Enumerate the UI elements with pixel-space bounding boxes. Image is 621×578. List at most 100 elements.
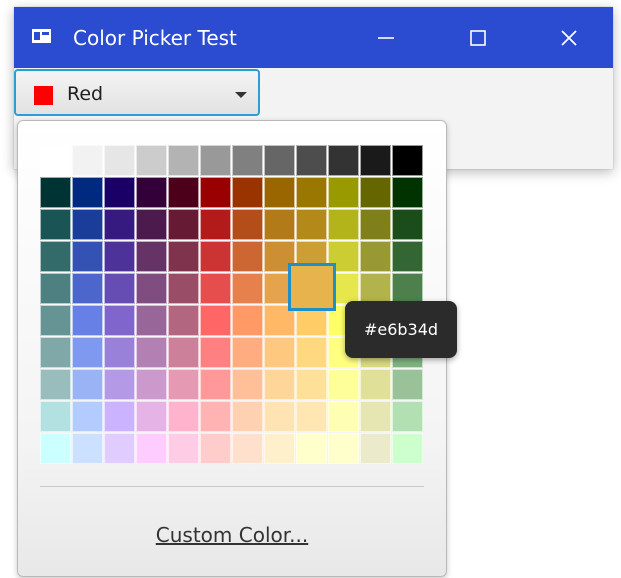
palette-swatch[interactable]: [200, 337, 231, 368]
palette-swatch[interactable]: [104, 177, 135, 208]
palette-swatch[interactable]: [392, 273, 423, 304]
palette-swatch[interactable]: [328, 209, 359, 240]
palette-swatch[interactable]: [72, 305, 103, 336]
palette-swatch[interactable]: [360, 369, 391, 400]
palette-swatch[interactable]: [232, 369, 263, 400]
palette-swatch[interactable]: [392, 177, 423, 208]
hovered-color-cell[interactable]: [288, 263, 336, 311]
minimize-button[interactable]: [356, 7, 416, 68]
palette-swatch[interactable]: [392, 241, 423, 272]
palette-swatch[interactable]: [296, 337, 327, 368]
palette-swatch[interactable]: [232, 241, 263, 272]
palette-swatch[interactable]: [392, 369, 423, 400]
palette-swatch[interactable]: [232, 273, 263, 304]
palette-swatch[interactable]: [392, 433, 423, 464]
palette-swatch[interactable]: [200, 273, 231, 304]
palette-swatch[interactable]: [72, 241, 103, 272]
palette-swatch[interactable]: [104, 401, 135, 432]
palette-swatch[interactable]: [296, 433, 327, 464]
palette-swatch[interactable]: [200, 369, 231, 400]
palette-swatch[interactable]: [168, 369, 199, 400]
palette-swatch[interactable]: [168, 401, 199, 432]
maximize-button[interactable]: [448, 7, 508, 68]
palette-swatch[interactable]: [104, 337, 135, 368]
palette-swatch[interactable]: [360, 433, 391, 464]
palette-swatch[interactable]: [168, 337, 199, 368]
palette-swatch[interactable]: [168, 177, 199, 208]
palette-swatch[interactable]: [72, 369, 103, 400]
palette-swatch[interactable]: [264, 337, 295, 368]
palette-swatch[interactable]: [264, 401, 295, 432]
palette-swatch[interactable]: [72, 177, 103, 208]
palette-swatch[interactable]: [200, 241, 231, 272]
palette-swatch[interactable]: [296, 145, 327, 176]
palette-swatch[interactable]: [232, 145, 263, 176]
palette-swatch[interactable]: [264, 177, 295, 208]
palette-swatch[interactable]: [40, 337, 71, 368]
palette-swatch[interactable]: [136, 369, 167, 400]
palette-swatch[interactable]: [104, 241, 135, 272]
palette-swatch[interactable]: [72, 401, 103, 432]
palette-swatch[interactable]: [168, 433, 199, 464]
palette-swatch[interactable]: [40, 145, 71, 176]
palette-swatch[interactable]: [40, 241, 71, 272]
close-button[interactable]: [539, 7, 599, 68]
palette-swatch[interactable]: [168, 241, 199, 272]
palette-swatch[interactable]: [72, 145, 103, 176]
palette-swatch[interactable]: [136, 241, 167, 272]
title-bar[interactable]: Color Picker Test: [14, 7, 613, 68]
palette-swatch[interactable]: [136, 145, 167, 176]
palette-swatch[interactable]: [72, 273, 103, 304]
palette-swatch[interactable]: [40, 369, 71, 400]
palette-swatch[interactable]: [168, 145, 199, 176]
palette-swatch[interactable]: [360, 241, 391, 272]
palette-swatch[interactable]: [264, 433, 295, 464]
palette-swatch[interactable]: [232, 401, 263, 432]
palette-swatch[interactable]: [200, 401, 231, 432]
palette-swatch[interactable]: [360, 209, 391, 240]
palette-swatch[interactable]: [200, 177, 231, 208]
palette-swatch[interactable]: [40, 209, 71, 240]
palette-swatch[interactable]: [104, 433, 135, 464]
palette-swatch[interactable]: [104, 145, 135, 176]
palette-swatch[interactable]: [232, 177, 263, 208]
palette-swatch[interactable]: [136, 177, 167, 208]
palette-swatch[interactable]: [232, 305, 263, 336]
palette-swatch[interactable]: [104, 209, 135, 240]
palette-swatch[interactable]: [360, 273, 391, 304]
palette-swatch[interactable]: [264, 145, 295, 176]
palette-swatch[interactable]: [104, 305, 135, 336]
palette-swatch[interactable]: [392, 145, 423, 176]
palette-swatch[interactable]: [360, 401, 391, 432]
palette-swatch[interactable]: [168, 273, 199, 304]
palette-swatch[interactable]: [264, 209, 295, 240]
palette-swatch[interactable]: [360, 145, 391, 176]
palette-swatch[interactable]: [200, 305, 231, 336]
palette-swatch[interactable]: [200, 145, 231, 176]
palette-swatch[interactable]: [232, 337, 263, 368]
palette-swatch[interactable]: [328, 369, 359, 400]
palette-swatch[interactable]: [328, 177, 359, 208]
palette-swatch[interactable]: [40, 401, 71, 432]
palette-swatch[interactable]: [296, 209, 327, 240]
palette-swatch[interactable]: [40, 273, 71, 304]
palette-swatch[interactable]: [104, 273, 135, 304]
palette-swatch[interactable]: [328, 145, 359, 176]
palette-swatch[interactable]: [136, 209, 167, 240]
palette-swatch[interactable]: [168, 209, 199, 240]
palette-swatch[interactable]: [104, 369, 135, 400]
palette-swatch[interactable]: [392, 209, 423, 240]
palette-swatch[interactable]: [168, 305, 199, 336]
palette-swatch[interactable]: [264, 369, 295, 400]
palette-swatch[interactable]: [72, 209, 103, 240]
palette-swatch[interactable]: [136, 273, 167, 304]
palette-swatch[interactable]: [296, 369, 327, 400]
palette-swatch[interactable]: [232, 209, 263, 240]
palette-swatch[interactable]: [360, 177, 391, 208]
palette-swatch[interactable]: [136, 433, 167, 464]
palette-swatch[interactable]: [296, 177, 327, 208]
custom-color-link[interactable]: Custom Color...: [0, 522, 464, 548]
palette-swatch[interactable]: [328, 401, 359, 432]
palette-swatch[interactable]: [136, 337, 167, 368]
palette-swatch[interactable]: [232, 433, 263, 464]
